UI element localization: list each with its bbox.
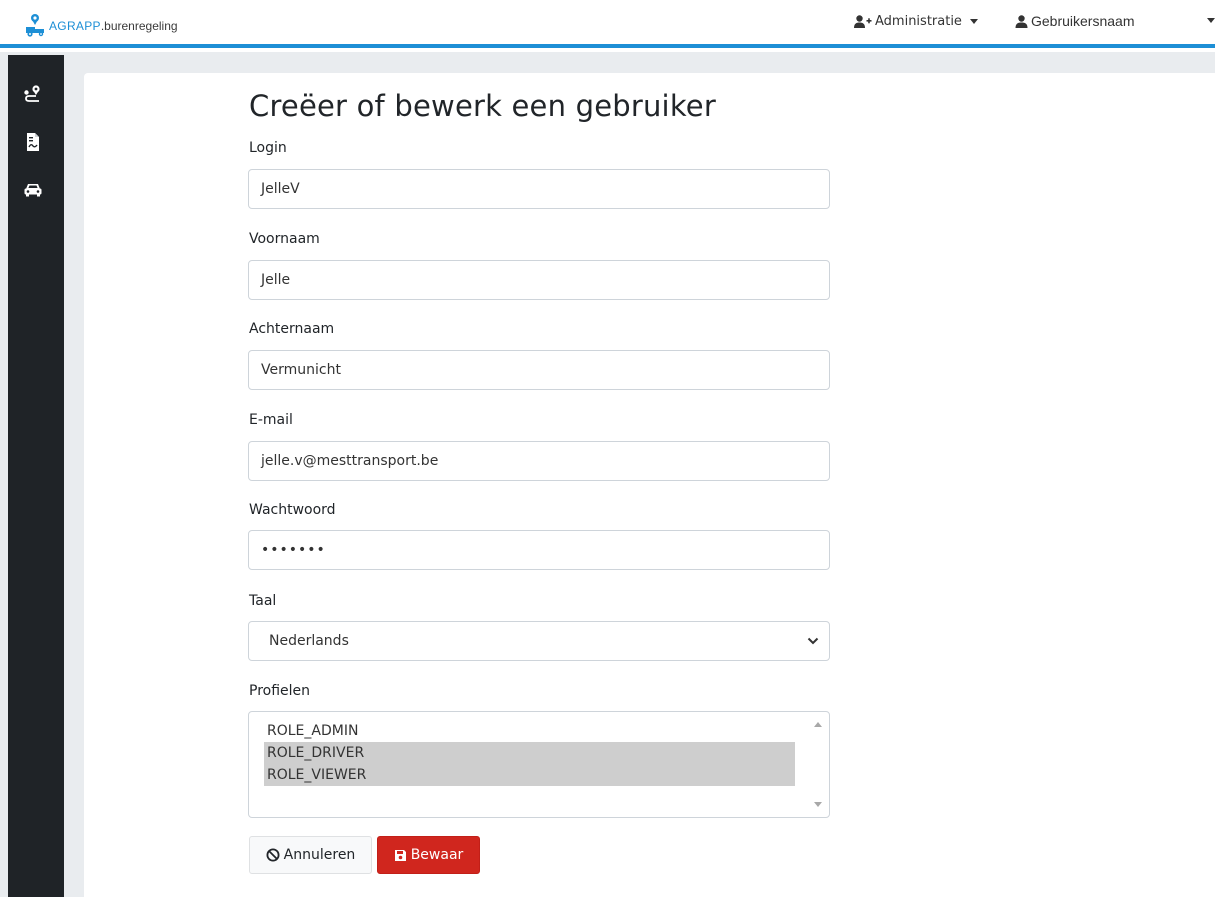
achternaam-field[interactable]: Vermunicht (248, 350, 830, 390)
chevron-down-icon (807, 637, 819, 645)
login-value: JelleV (261, 181, 300, 197)
email-value: jelle.v@mesttransport.be (261, 453, 439, 469)
page-title: Creëer of bewerk een gebruiker (249, 89, 716, 123)
scroll-down-icon[interactable] (814, 802, 822, 807)
login-label: Login (249, 140, 287, 156)
app-logo[interactable]: AGRAPP.burenregeling (24, 7, 178, 37)
user-menu[interactable]: Gebruikersnaam (1015, 10, 1135, 32)
email-label: E-mail (249, 412, 293, 428)
cancel-button[interactable]: Annuleren (249, 836, 372, 874)
profile-option-driver[interactable]: ROLE_DRIVER (264, 742, 795, 764)
user-menu-caret-icon[interactable] (1207, 18, 1215, 23)
save-button[interactable]: Bewaar (377, 836, 480, 874)
voornaam-label: Voornaam (249, 231, 320, 247)
sidebar (8, 55, 64, 897)
profiles-listbox[interactable]: ROLE_ADMIN ROLE_DRIVER ROLE_VIEWER (248, 711, 830, 818)
logo-brand: AGRAPP (49, 19, 101, 33)
save-button-label: Bewaar (410, 847, 464, 863)
password-field[interactable]: ••••••• (248, 530, 830, 570)
login-field[interactable]: JelleV (248, 169, 830, 209)
voornaam-value: Jelle (261, 272, 291, 288)
chevron-down-icon (969, 18, 978, 24)
car-icon[interactable] (23, 179, 43, 199)
ban-icon (266, 848, 280, 862)
achternaam-label: Achternaam (249, 321, 335, 337)
profielen-label: Profielen (249, 683, 311, 699)
route-icon[interactable] (23, 84, 43, 104)
profile-option-viewer[interactable]: ROLE_VIEWER (264, 764, 795, 786)
language-select[interactable]: Nederlands (248, 621, 830, 661)
achternaam-value: Vermunicht (261, 362, 341, 378)
language-value: Nederlands (269, 633, 349, 649)
user-menu-label: Gebruikersnaam (1031, 13, 1135, 29)
profile-option-admin[interactable]: ROLE_ADMIN (264, 720, 795, 742)
logo-sub: .burenregeling (100, 19, 178, 33)
taal-label: Taal (249, 593, 277, 609)
admin-menu-label: Administratie (875, 13, 962, 29)
top-navbar: AGRAPP.burenregeling Administratie Gebru… (0, 0, 1215, 48)
save-icon (394, 849, 406, 861)
user-plus-icon (854, 14, 872, 28)
user-icon (1015, 14, 1028, 28)
email-field[interactable]: jelle.v@mesttransport.be (248, 441, 830, 481)
scroll-up-icon[interactable] (814, 722, 822, 727)
voornaam-field[interactable]: Jelle (248, 260, 830, 300)
password-value: ••••••• (261, 542, 326, 558)
admin-menu[interactable]: Administratie (854, 10, 978, 32)
wachtwoord-label: Wachtwoord (249, 502, 336, 518)
document-icon[interactable] (23, 132, 43, 152)
logo-icon (26, 14, 44, 37)
listbox-scrollbar[interactable] (810, 713, 828, 816)
cancel-button-label: Annuleren (283, 847, 356, 863)
